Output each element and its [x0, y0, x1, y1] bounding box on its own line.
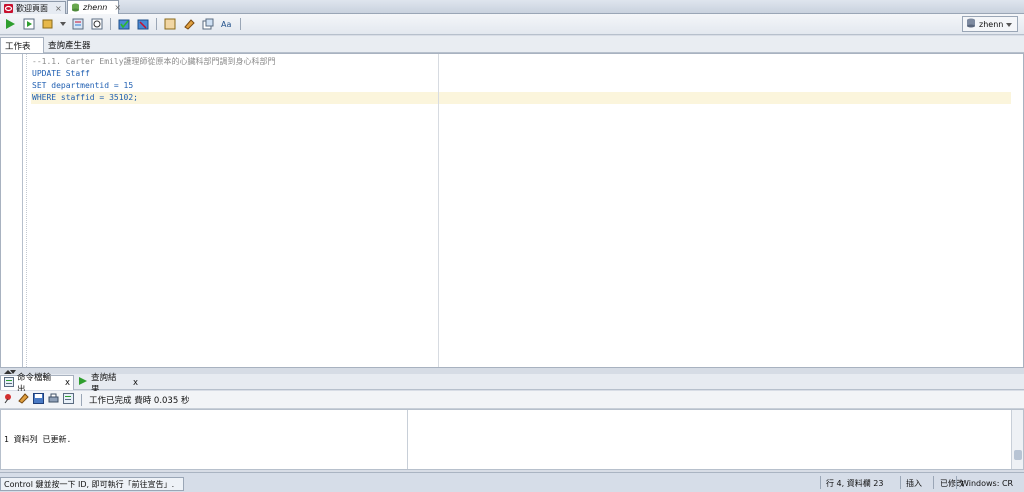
db-connection-icon	[966, 18, 976, 30]
code-line-set: SET departmentid = 15	[32, 81, 134, 90]
tab-label: 歡迎頁面	[16, 3, 48, 13]
cursor-position: 行 4, 資料欄 23	[826, 478, 884, 488]
toolbar-separator	[110, 18, 111, 30]
print-icon[interactable]	[48, 393, 59, 407]
close-icon[interactable]: ×	[114, 3, 121, 12]
tab-query-result[interactable]: 查詢結果 x	[75, 373, 141, 395]
run-script-icon[interactable]	[21, 16, 37, 32]
output-text: 1 資料列 已更新.	[4, 435, 72, 444]
line-gutter	[1, 54, 23, 367]
tab-script-output[interactable]: 命令檔輸出 x	[0, 373, 74, 395]
format-sql-icon[interactable]: Aa	[219, 16, 235, 32]
toolbar-separator	[81, 393, 82, 406]
script-output-icon	[4, 376, 14, 390]
rollback-icon[interactable]	[135, 16, 151, 32]
code-line-where: WHERE staffid = 35102;	[32, 93, 138, 102]
document-tab-bar: 歡迎頁面 × zhenn ×	[0, 0, 1024, 14]
close-icon[interactable]: x	[133, 378, 138, 388]
sql-tuning-icon[interactable]	[89, 16, 105, 32]
worksheet-toolbar: Aa	[0, 14, 1024, 35]
sql-history-icon[interactable]	[162, 16, 178, 32]
run-statement-icon[interactable]	[2, 16, 18, 32]
output-toolbar: 工作已完成 費時 0.035 秒	[0, 391, 1024, 409]
code-line-update: UPDATE Staff	[32, 69, 90, 78]
tab-worksheet[interactable]: 工作表	[0, 37, 44, 53]
output-divider	[407, 410, 408, 469]
chevron-down-icon[interactable]	[59, 16, 67, 32]
open-in-editor-icon[interactable]	[63, 392, 74, 407]
toolbar-separator	[240, 18, 241, 30]
pin-icon[interactable]	[3, 393, 14, 407]
run-icon	[78, 376, 88, 389]
oracle-icon	[4, 3, 13, 13]
status-separator	[933, 476, 934, 489]
explain-plan-icon[interactable]	[70, 16, 86, 32]
status-separator	[820, 476, 821, 489]
tab-welcome-page[interactable]: 歡迎頁面 ×	[0, 1, 66, 14]
output-tab-bar: 命令檔輸出 x 查詢結果 x	[0, 373, 1024, 395]
code-line-comment: --1.1. Carter Emily護理師從原本的心臟科部門調到身心科部門	[32, 57, 276, 66]
output-scrollbar[interactable]	[1011, 410, 1023, 469]
toolbar-separator	[156, 18, 157, 30]
status-separator	[900, 476, 901, 489]
tab-zhenn-worksheet[interactable]: zhenn ×	[67, 0, 121, 14]
chevron-down-icon	[1006, 20, 1013, 29]
worksheet-subtabs: 工作表 查詢產生器	[0, 36, 1024, 53]
close-icon[interactable]: ×	[55, 4, 62, 13]
commit-icon[interactable]	[116, 16, 132, 32]
tab-label: zhenn	[83, 3, 108, 12]
save-icon[interactable]	[33, 392, 44, 407]
right-margin-guide	[438, 54, 439, 367]
status-separator	[956, 476, 957, 489]
clear-eraser-icon[interactable]	[18, 392, 29, 407]
svg-text:Aa: Aa	[221, 20, 231, 29]
line-ending: Windows: CR	[961, 478, 1014, 488]
task-status: 工作已完成 費時 0.035 秒	[89, 395, 190, 406]
autotrace-icon[interactable]	[40, 16, 56, 32]
insert-mode: 插入	[906, 478, 922, 488]
tab-query-builder[interactable]: 查詢產生器	[44, 37, 104, 53]
clear-eraser-icon[interactable]	[181, 16, 197, 32]
scrollbar-thumb[interactable]	[1014, 450, 1022, 460]
connection-selector[interactable]: zhenn	[962, 16, 1018, 32]
unshared-worksheet-icon[interactable]	[200, 16, 216, 32]
script-output-panel[interactable]: 1 資料列 已更新.	[0, 409, 1024, 470]
current-line-highlight	[31, 92, 1011, 104]
status-hint: Control 鍵並按一下 ID, 即可執行「前往宣告」.	[0, 477, 184, 491]
status-bar: Control 鍵並按一下 ID, 即可執行「前往宣告」. 行 4, 資料欄 2…	[0, 472, 1024, 492]
fold-gutter	[26, 54, 31, 367]
close-icon[interactable]: x	[65, 378, 70, 388]
connection-name: zhenn	[979, 19, 1004, 29]
db-connection-icon	[71, 3, 80, 12]
